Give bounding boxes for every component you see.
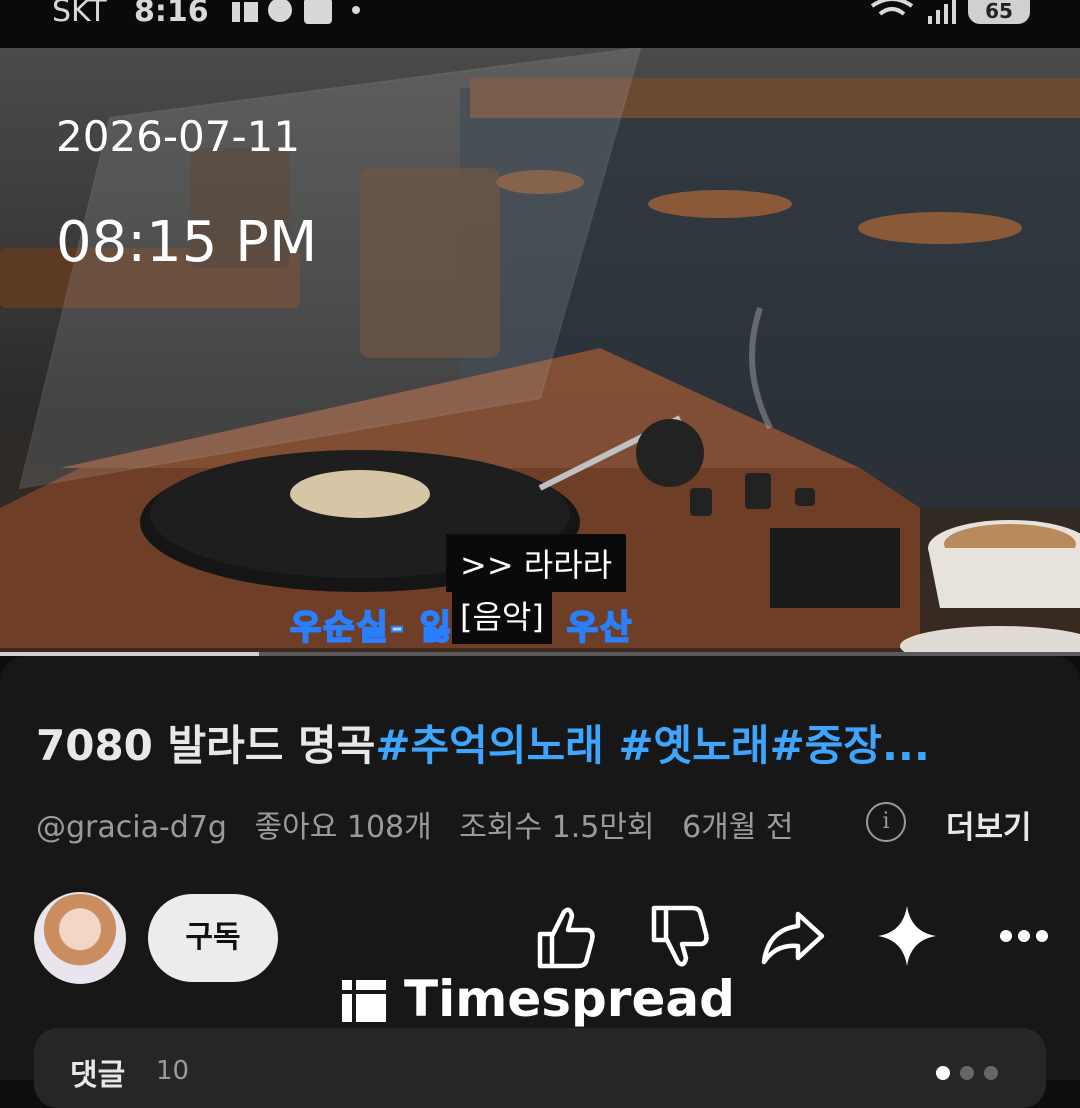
overlay-time: 08:15 PM bbox=[56, 210, 318, 275]
video-player[interactable]: 2026-07-11 08:15 PM 우순실- 잃어버린 우산 >> 라라라 … bbox=[0, 48, 1080, 654]
channel-avatar[interactable] bbox=[34, 892, 126, 984]
subscribe-button[interactable]: 구독 bbox=[148, 894, 278, 982]
share-icon[interactable] bbox=[758, 900, 828, 972]
video-title[interactable]: 7080 발라드 명곡#추억의노래 #옛노래#중장... bbox=[36, 712, 1036, 773]
battery-indicator: 65 bbox=[968, 0, 1030, 24]
comments-label: 댓글 bbox=[70, 1058, 126, 1093]
thumbs-down-icon[interactable] bbox=[644, 900, 714, 972]
caption-line-1: >> 라라라 bbox=[446, 534, 627, 592]
video-title-text: 7080 발라드 명곡 bbox=[36, 721, 376, 770]
thumbs-up-icon[interactable] bbox=[530, 900, 600, 972]
info-icon[interactable]: i bbox=[866, 802, 906, 842]
comments-section[interactable]: 댓글 10 bbox=[34, 1028, 1046, 1108]
more-button[interactable]: 더보기 bbox=[946, 802, 1032, 847]
signal-icons bbox=[870, 0, 956, 24]
carrier-label: SKT bbox=[52, 0, 107, 29]
page-dot-active bbox=[936, 1066, 950, 1080]
timespread-logo-icon bbox=[342, 980, 386, 1022]
page-dot bbox=[984, 1066, 998, 1080]
clock: 8:16 bbox=[134, 0, 209, 29]
upload-age: 6개월 전 bbox=[682, 810, 794, 845]
more-icon[interactable] bbox=[986, 900, 1056, 972]
overlay-date: 2026-07-11 bbox=[56, 112, 301, 161]
channel-handle[interactable]: @gracia-d7g bbox=[36, 810, 227, 845]
video-title-hashtags[interactable]: #추억의노래 #옛노래#중장... bbox=[375, 721, 929, 770]
brand-watermark: Timespread bbox=[404, 970, 735, 1028]
view-count: 조회수 1.5만회 bbox=[459, 810, 655, 845]
caption-line-2: [음악] bbox=[452, 586, 552, 644]
sparkle-icon[interactable] bbox=[872, 900, 942, 972]
comments-count: 10 bbox=[156, 1056, 190, 1086]
like-count: 좋아요 108개 bbox=[254, 810, 432, 845]
status-bar: SKT 8:16 65 bbox=[0, 0, 1080, 48]
page-dot bbox=[960, 1066, 974, 1080]
notification-icons bbox=[232, 0, 360, 24]
video-metadata: @gracia-d7g 좋아요 108개 조회수 1.5만회 6개월 전 bbox=[36, 802, 812, 846]
